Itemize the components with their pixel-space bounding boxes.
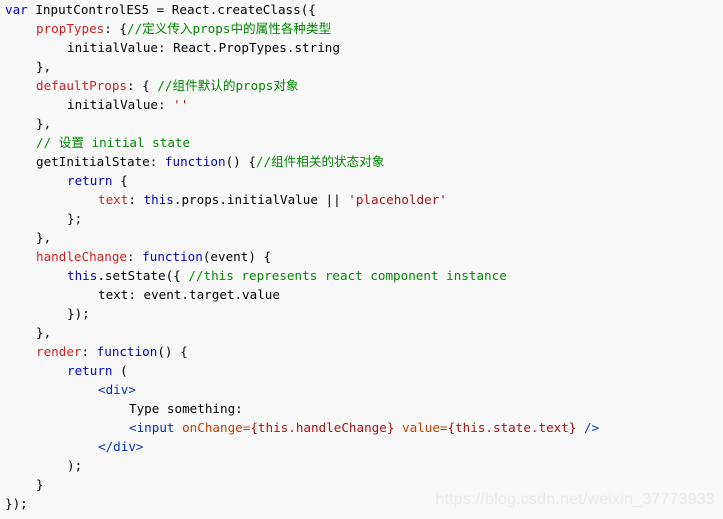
code-token-plain: InputControlES5 = React.createClass({ — [27, 2, 316, 17]
code-block: var InputControlES5 = React.createClass(… — [5, 0, 599, 513]
code-line: defaultProps: { //组件默认的props对象 — [5, 76, 599, 95]
code-token-comment: //this represents react component instan… — [188, 268, 507, 283]
code-token-plain: : — [81, 344, 97, 359]
code-line: <input onChange={this.handleChange} valu… — [5, 418, 599, 437]
code-line: handleChange: function(event) { — [5, 247, 599, 266]
code-line: }, — [5, 57, 599, 76]
code-token-string: '' — [173, 97, 189, 112]
code-token-plain: getInitialState: — [36, 154, 165, 169]
code-token-plain: }, — [36, 116, 52, 131]
code-line: initialValue: React.PropTypes.string — [5, 38, 599, 57]
code-token-plain: : — [128, 192, 144, 207]
code-token-plain: ( — [112, 363, 128, 378]
watermark: https://blog.csdn.net/weixin_37773933 — [435, 491, 715, 508]
code-line: getInitialState: function() {//组件相关的状态对象 — [5, 152, 599, 171]
code-token-plain: text: event.target.value — [98, 287, 280, 302]
code-token-keyword: function — [142, 249, 203, 264]
code-token-property: defaultProps — [36, 78, 127, 93]
code-line: propTypes: {//定义传入props中的属性各种类型 — [5, 19, 599, 38]
code-token-plain: : { — [104, 21, 127, 36]
code-line: return { — [5, 171, 599, 190]
code-token-property: render — [36, 344, 82, 359]
code-line: }; — [5, 209, 599, 228]
code-token-attribute: value= — [402, 420, 448, 435]
code-token-tag: /> — [576, 420, 600, 435]
code-token-keyword: this — [67, 268, 98, 283]
code-token-property: text — [98, 192, 129, 207]
code-token-plain: }); — [5, 496, 28, 511]
code-line: Type something: — [5, 399, 599, 418]
code-line: }); — [5, 304, 599, 323]
code-token-comment: //组件相关的状态对象 — [255, 154, 385, 169]
code-token-keyword: function — [164, 154, 226, 169]
code-token-plain: initialValue: React.PropTypes.string — [67, 40, 340, 55]
code-line: // 设置 initial state — [5, 133, 599, 152]
code-token-property: propTypes — [36, 21, 105, 36]
code-line: ); — [5, 456, 599, 475]
code-token-plain: .props.initialValue || — [173, 192, 349, 207]
code-token-property: handleChange — [36, 249, 127, 264]
code-token-plain: ); — [67, 458, 83, 473]
code-line: text: event.target.value — [5, 285, 599, 304]
code-token-tag: <input — [129, 420, 175, 435]
code-token-keyword: return — [67, 173, 113, 188]
code-token-plain: .setState({ — [97, 268, 189, 283]
code-token-plain: }); — [67, 306, 90, 321]
code-token-string: {this.state.text} — [447, 420, 577, 435]
code-token-keyword: this — [143, 192, 174, 207]
code-token-plain: }, — [36, 230, 52, 245]
code-line: }, — [5, 323, 599, 342]
code-token-keyword: var — [5, 2, 28, 17]
code-line: var InputControlES5 = React.createClass(… — [5, 0, 599, 19]
code-token-plain: }, — [36, 325, 52, 340]
code-token-plain: : { — [127, 78, 158, 93]
code-line: </div> — [5, 437, 599, 456]
code-line: text: this.props.initialValue || 'placeh… — [5, 190, 599, 209]
code-token-plain: : — [127, 249, 143, 264]
code-token-tag: <div> — [98, 382, 136, 397]
code-token-plain: initialValue: — [67, 97, 174, 112]
code-line: this.setState({ //this represents react … — [5, 266, 599, 285]
code-token-comment: // 设置 initial state — [36, 135, 191, 150]
code-line: return ( — [5, 361, 599, 380]
code-line: render: function() { — [5, 342, 599, 361]
code-token-plain: (event) { — [202, 249, 272, 264]
code-token-plain: { — [112, 173, 128, 188]
code-line: initialValue: '' — [5, 95, 599, 114]
code-token-plain: () { — [157, 344, 188, 359]
code-token-keyword: return — [67, 363, 113, 378]
code-token-keyword: function — [96, 344, 158, 359]
code-token-string: 'placeholder' — [348, 192, 447, 207]
code-line: }, — [5, 228, 599, 247]
code-line: }, — [5, 114, 599, 133]
code-token-comment: //组件默认的props对象 — [157, 78, 299, 93]
code-token-plain: } — [36, 477, 44, 492]
code-token-comment: //定义传入props中的属性各种类型 — [127, 21, 332, 36]
code-token-plain: () { — [225, 154, 256, 169]
code-line: <div> — [5, 380, 599, 399]
code-token-attribute: onChange= — [182, 420, 251, 435]
code-token-plain: }, — [36, 59, 52, 74]
code-token-plain: }; — [67, 211, 83, 226]
code-token-string: {this.handleChange} — [250, 420, 395, 435]
code-token-plain: Type something: — [129, 401, 243, 416]
code-token-tag: </div> — [98, 439, 144, 454]
